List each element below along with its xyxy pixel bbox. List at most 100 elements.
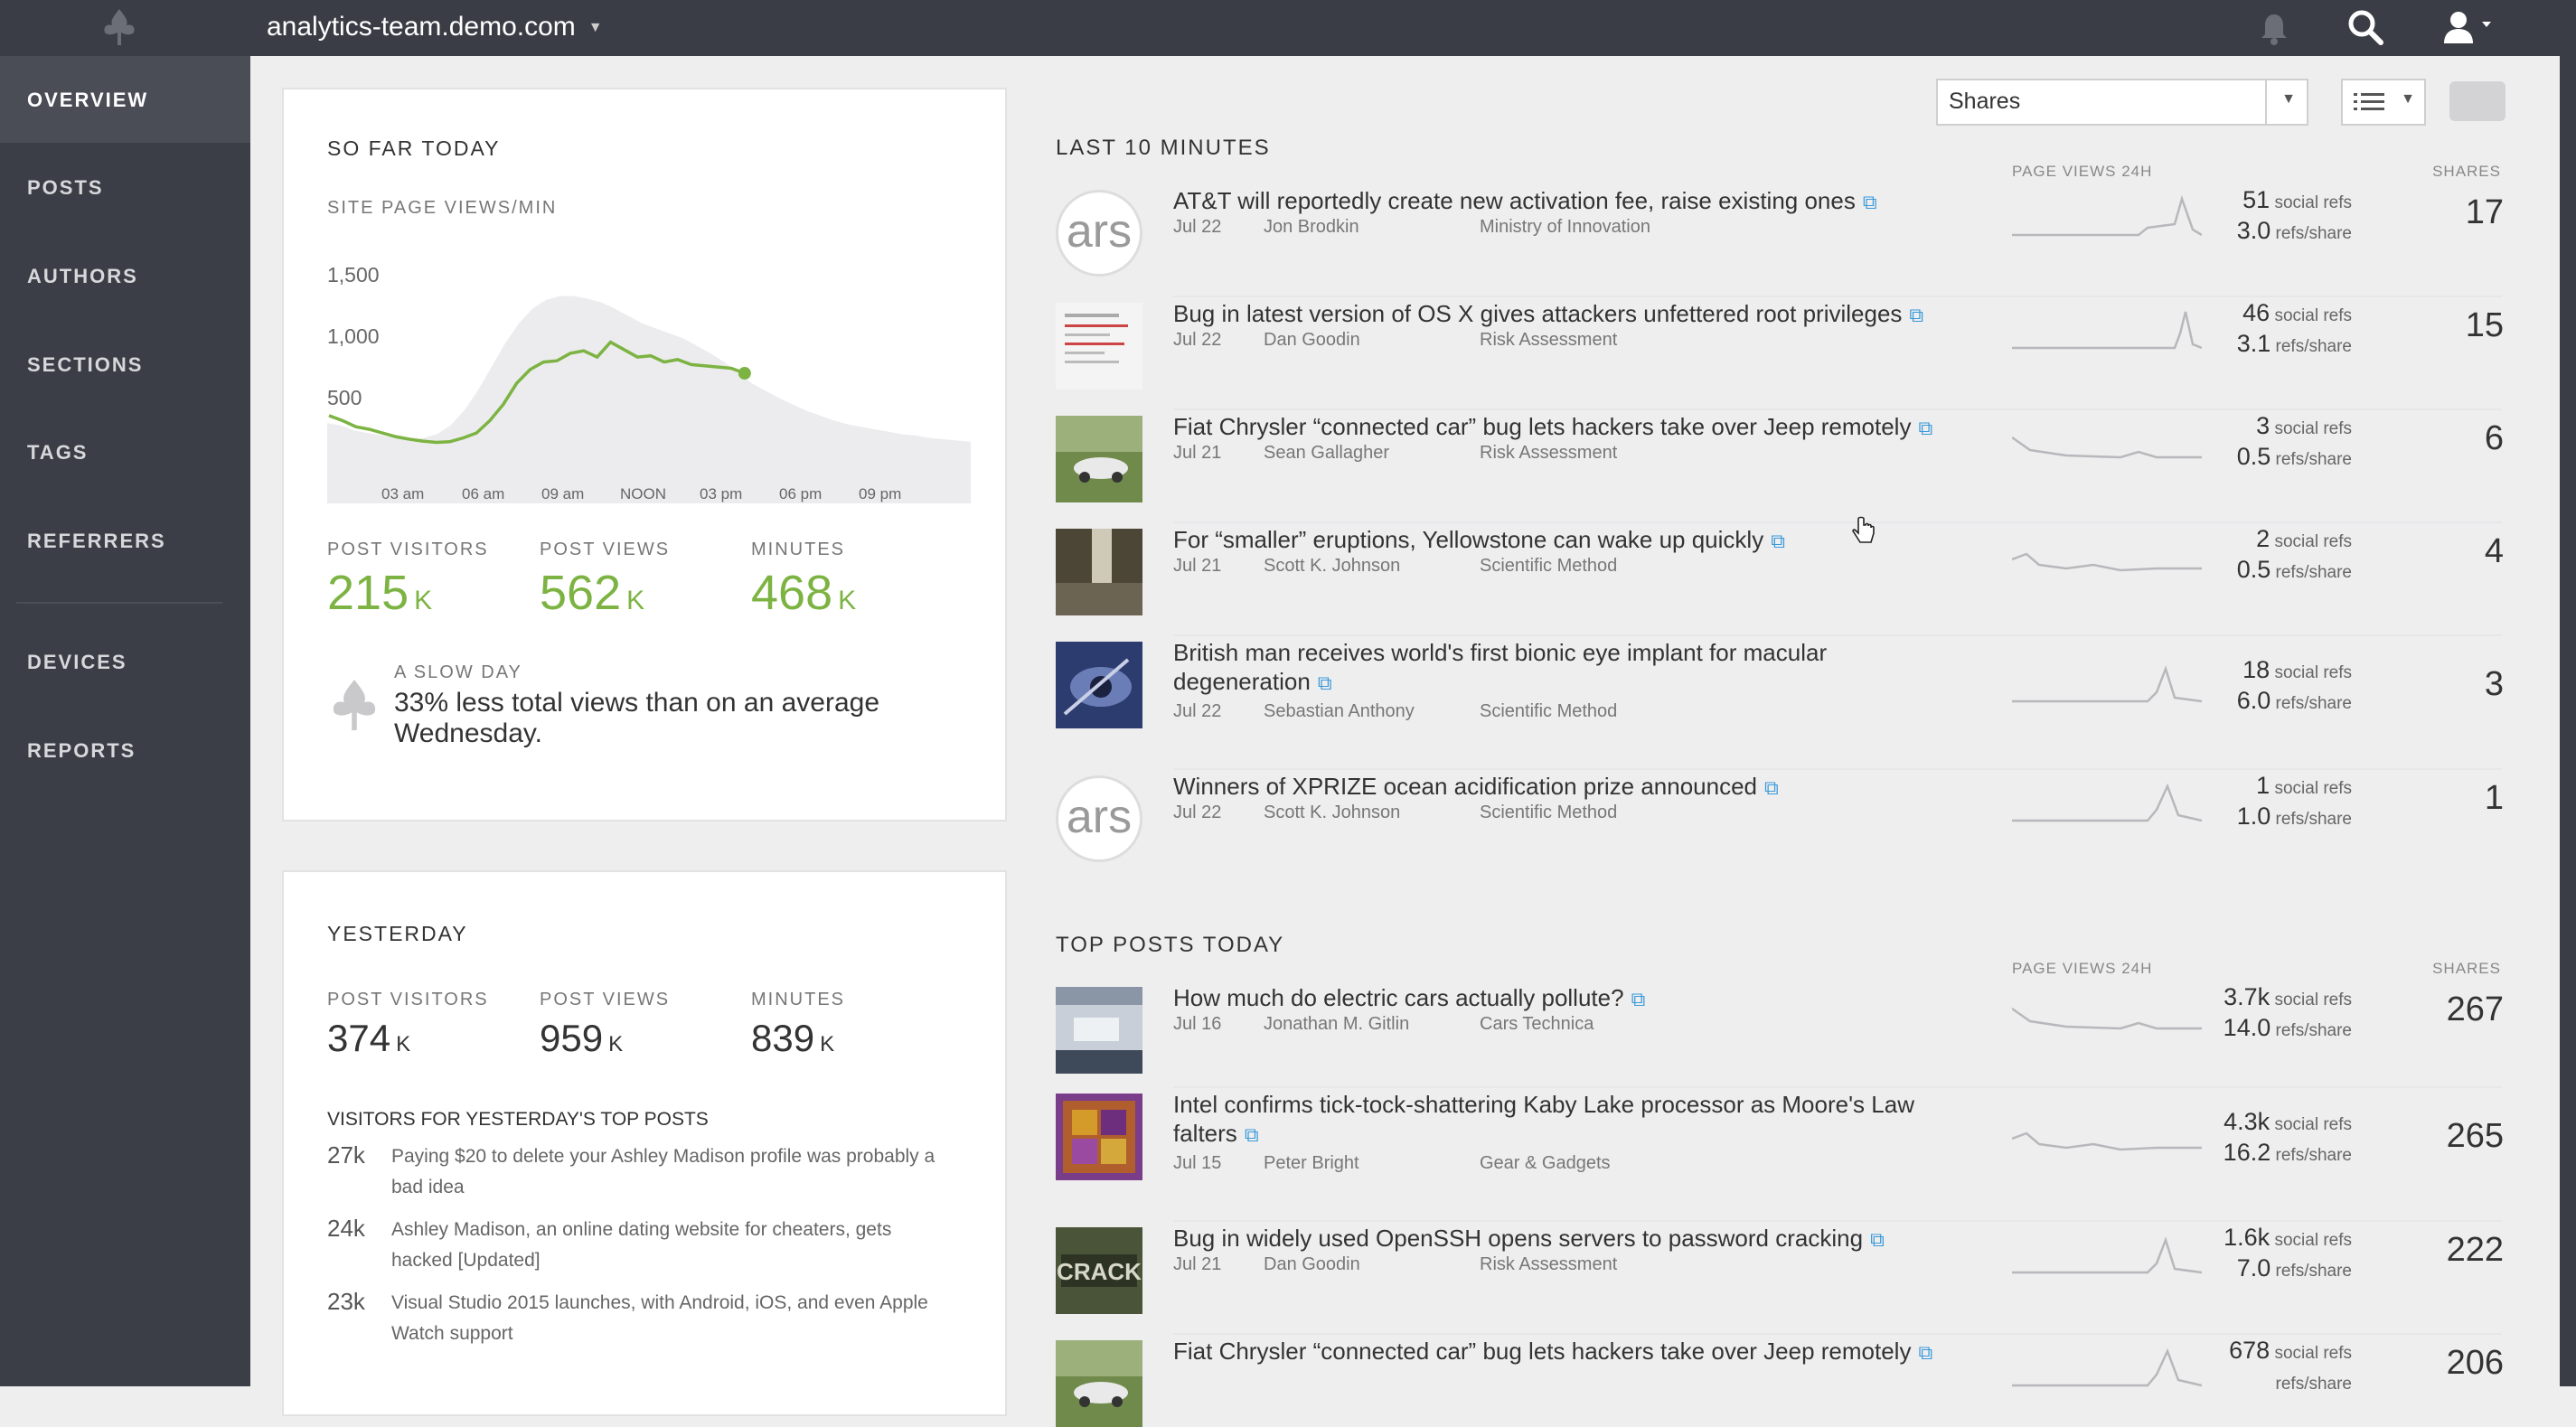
pageviews-sparkline[interactable] (2012, 184, 2202, 244)
site-selector[interactable]: analytics-team.demo.com ▼ (267, 9, 603, 46)
external-link-icon[interactable]: ⧉ (1909, 304, 1923, 326)
post-section[interactable]: Risk Assessment (1480, 443, 1617, 464)
share-count: 1 (2484, 779, 2504, 817)
post-title-link[interactable]: How much do electric cars actually pollu… (1173, 983, 1987, 1014)
toptoday-title: TOP POSTS TODAY (1056, 933, 1285, 957)
visitor-count: 27k (327, 1141, 365, 1169)
post-title-link[interactable]: Bug in widely used OpenSSH opens servers… (1173, 1224, 1987, 1254)
post-section[interactable]: Gear & Gadgets (1480, 1153, 1611, 1174)
logo-icon[interactable] (101, 7, 137, 47)
current-point[interactable] (738, 367, 751, 380)
post-title-link[interactable]: British man receives world's first bioni… (1173, 638, 1987, 698)
post-author[interactable]: Jonathan M. Gitlin (1264, 1014, 1409, 1035)
post-thumbnail: CRACK (1056, 1227, 1142, 1314)
post-author[interactable]: Scott K. Johnson (1264, 556, 1400, 577)
post-title-link[interactable]: Fiat Chrysler “connected car” bug lets h… (1173, 412, 1987, 443)
hand-cursor-icon (1852, 516, 1875, 543)
site-name: analytics-team.demo.com (267, 12, 576, 42)
chevron-down-icon: ▼ (588, 20, 603, 36)
external-link-icon[interactable]: ⧉ (1245, 1123, 1259, 1146)
post-author[interactable]: Sean Gallagher (1264, 443, 1389, 464)
pageviews-sparkline[interactable] (2012, 1335, 2202, 1394)
external-link-icon[interactable]: ⧉ (1771, 530, 1785, 552)
external-link-icon[interactable]: ⧉ (1870, 1228, 1885, 1251)
post-section[interactable]: Cars Technica (1480, 1014, 1594, 1035)
post-author[interactable]: Dan Goodin (1264, 1254, 1360, 1275)
post-date: Jul 21 (1173, 556, 1222, 576)
stat-post-visitors: 374 K (327, 1017, 411, 1059)
post-date: Jul 15 (1173, 1153, 1222, 1173)
post-title-link[interactable]: Winners of XPRIZE ocean acidification pr… (1173, 772, 1987, 803)
pageviews-sparkline[interactable] (2012, 981, 2202, 1041)
social-refs: 18 social refs 6.0 refs/share (2236, 656, 2352, 714)
post-section[interactable]: Risk Assessment (1480, 1254, 1617, 1275)
today-card: SO FAR TODAY SITE PAGE VIEWS/MIN 1,500 1… (282, 88, 1007, 821)
yesterday-title: YESTERDAY (327, 922, 468, 945)
pageviews-sparkline[interactable] (2012, 1103, 2202, 1162)
sort-select[interactable]: Shares ▼ (1936, 79, 2308, 126)
sidebar-item-authors[interactable]: AUTHORS (0, 232, 250, 319)
sidebar-item-tags[interactable]: TAGS (0, 408, 250, 495)
post-title-link[interactable]: Intel confirms tick-tock-shattering Kaby… (1173, 1090, 1987, 1150)
external-link-icon[interactable]: ⧉ (1918, 417, 1932, 439)
pageviews-sparkline[interactable] (2012, 297, 2202, 357)
share-count: 267 (2446, 990, 2504, 1028)
row-divider (1173, 1086, 2502, 1088)
sidebar-item-sections[interactable]: SECTIONS (0, 321, 250, 408)
x-tick: 09 am (541, 485, 585, 502)
social-refs: 46 social refs 3.1 refs/share (2236, 299, 2352, 357)
post-author[interactable]: Sebastian Anthony (1264, 701, 1415, 722)
post-title-link[interactable]: Fiat Chrysler “connected car” bug lets h… (1173, 1337, 1987, 1367)
external-link-icon[interactable]: ⧉ (1863, 191, 1877, 213)
pageviews-sparkline[interactable] (2012, 770, 2202, 830)
post-section[interactable]: Scientific Method (1480, 556, 1617, 577)
sidebar-item-posts[interactable]: POSTS (0, 144, 250, 230)
post-author[interactable]: Peter Bright (1264, 1153, 1359, 1174)
search-icon[interactable] (2346, 7, 2385, 47)
top-posts-title: VISITORS FOR YESTERDAY'S TOP POSTS (327, 1109, 709, 1130)
post-section[interactable]: Scientific Method (1480, 803, 1617, 823)
post-title-link[interactable]: AT&T will reportedly create new activati… (1173, 186, 1987, 217)
user-menu-icon[interactable] (2440, 7, 2496, 47)
sidebar-item-devices[interactable]: DEVICES (0, 618, 250, 705)
post-author[interactable]: Jon Brodkin (1264, 217, 1359, 238)
share-count: 222 (2446, 1231, 2504, 1269)
stat-post-views: 959 K (540, 1017, 624, 1059)
stat-post-visitors: 215 K (327, 566, 433, 620)
top-bar: analytics-team.demo.com ▼ (0, 0, 2576, 56)
sidebar-item-referrers[interactable]: REFERRERS (0, 497, 250, 584)
row-divider (1173, 408, 2502, 410)
stat-minutes: 468 K (751, 566, 857, 620)
post-date: Jul 22 (1173, 803, 1222, 822)
sidebar-item-overview[interactable]: OVERVIEW (0, 56, 250, 143)
post-section[interactable]: Scientific Method (1480, 701, 1617, 722)
post-author[interactable]: Scott K. Johnson (1264, 803, 1400, 823)
top-post-link[interactable]: Ashley Madison, an online dating website… (391, 1215, 891, 1276)
external-link-icon[interactable]: ⧉ (1918, 1341, 1932, 1364)
post-section[interactable]: Risk Assessment (1480, 330, 1617, 351)
top-post-link[interactable]: Visual Studio 2015 launches, with Androi… (391, 1288, 928, 1349)
view-options-button[interactable]: ▼ (2341, 79, 2426, 126)
stat-label: MINUTES (751, 540, 845, 559)
pageviews-sparkline[interactable] (2012, 410, 2202, 470)
external-link-icon[interactable]: ⧉ (1318, 671, 1332, 694)
sidebar-item-reports[interactable]: REPORTS (0, 707, 250, 793)
pageviews-sparkline[interactable] (2012, 1222, 2202, 1281)
toggle-switch[interactable] (2449, 81, 2505, 121)
share-count: 15 (2465, 306, 2504, 344)
x-tick: NOON (620, 485, 666, 502)
post-section[interactable]: Ministry of Innovation (1480, 217, 1650, 238)
pageviews-chart[interactable] (327, 252, 971, 523)
x-tick: 09 pm (859, 485, 902, 502)
pageviews-sparkline[interactable] (2012, 523, 2202, 583)
post-date: Jul 21 (1173, 443, 1222, 463)
external-link-icon[interactable]: ⧉ (1764, 776, 1779, 799)
post-title-link[interactable]: Bug in latest version of OS X gives atta… (1173, 299, 1987, 330)
pageviews-sparkline[interactable] (2012, 651, 2202, 710)
top-post-link[interactable]: Paying $20 to delete your Ashley Madison… (391, 1141, 935, 1203)
sidebar: OVERVIEW POSTS AUTHORS SECTIONS TAGS REF… (0, 56, 250, 1386)
external-link-icon[interactable]: ⧉ (1631, 988, 1646, 1010)
bell-icon[interactable] (2258, 7, 2290, 47)
social-refs: 3.7k social refs 14.0 refs/share (2223, 983, 2352, 1041)
post-author[interactable]: Dan Goodin (1264, 330, 1360, 351)
